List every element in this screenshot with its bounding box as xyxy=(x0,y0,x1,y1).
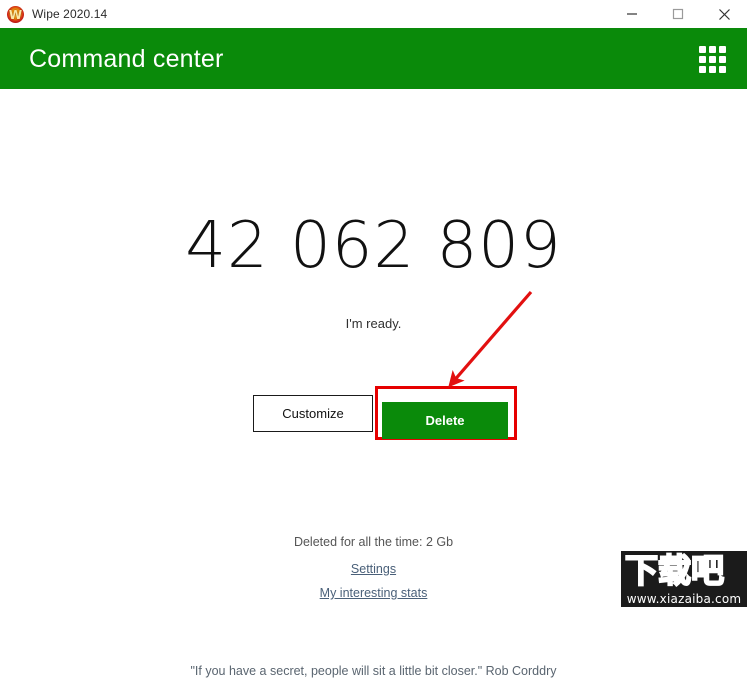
apps-grid-icon[interactable] xyxy=(699,46,726,73)
traces-counter: 42 062 809 xyxy=(185,209,562,283)
app-header: Command center xyxy=(0,28,747,89)
site-watermark: 下载吧 www.xiazaiba.com xyxy=(621,551,747,607)
delete-button-wrapper: Delete xyxy=(375,386,517,447)
main-content: 42 062 809 I'm ready. Customize Delete D… xyxy=(0,89,747,678)
delete-button[interactable]: Delete xyxy=(382,402,508,439)
window-titlebar: Wipe 2020.14 xyxy=(0,0,747,28)
close-icon[interactable] xyxy=(701,0,747,28)
page-title: Command center xyxy=(29,45,224,73)
wipe-logo-icon xyxy=(7,5,24,23)
status-text: I'm ready. xyxy=(345,316,402,331)
settings-link[interactable]: Settings xyxy=(351,562,396,576)
my-interesting-stats-link[interactable]: My interesting stats xyxy=(320,586,428,600)
maximize-icon[interactable] xyxy=(655,0,701,28)
customize-button[interactable]: Customize xyxy=(253,395,373,432)
quote-text: "If you have a secret, people will sit a… xyxy=(190,664,557,678)
window-title: Wipe 2020.14 xyxy=(32,7,108,21)
minimize-icon[interactable] xyxy=(609,0,655,28)
action-buttons: Customize Delete xyxy=(253,386,517,447)
deleted-total-text: Deleted for all the time: 2 Gb xyxy=(293,535,454,549)
window-controls xyxy=(609,0,747,28)
watermark-characters: 下载吧 xyxy=(624,551,725,591)
watermark-url: www.xiazaiba.com xyxy=(626,592,742,606)
